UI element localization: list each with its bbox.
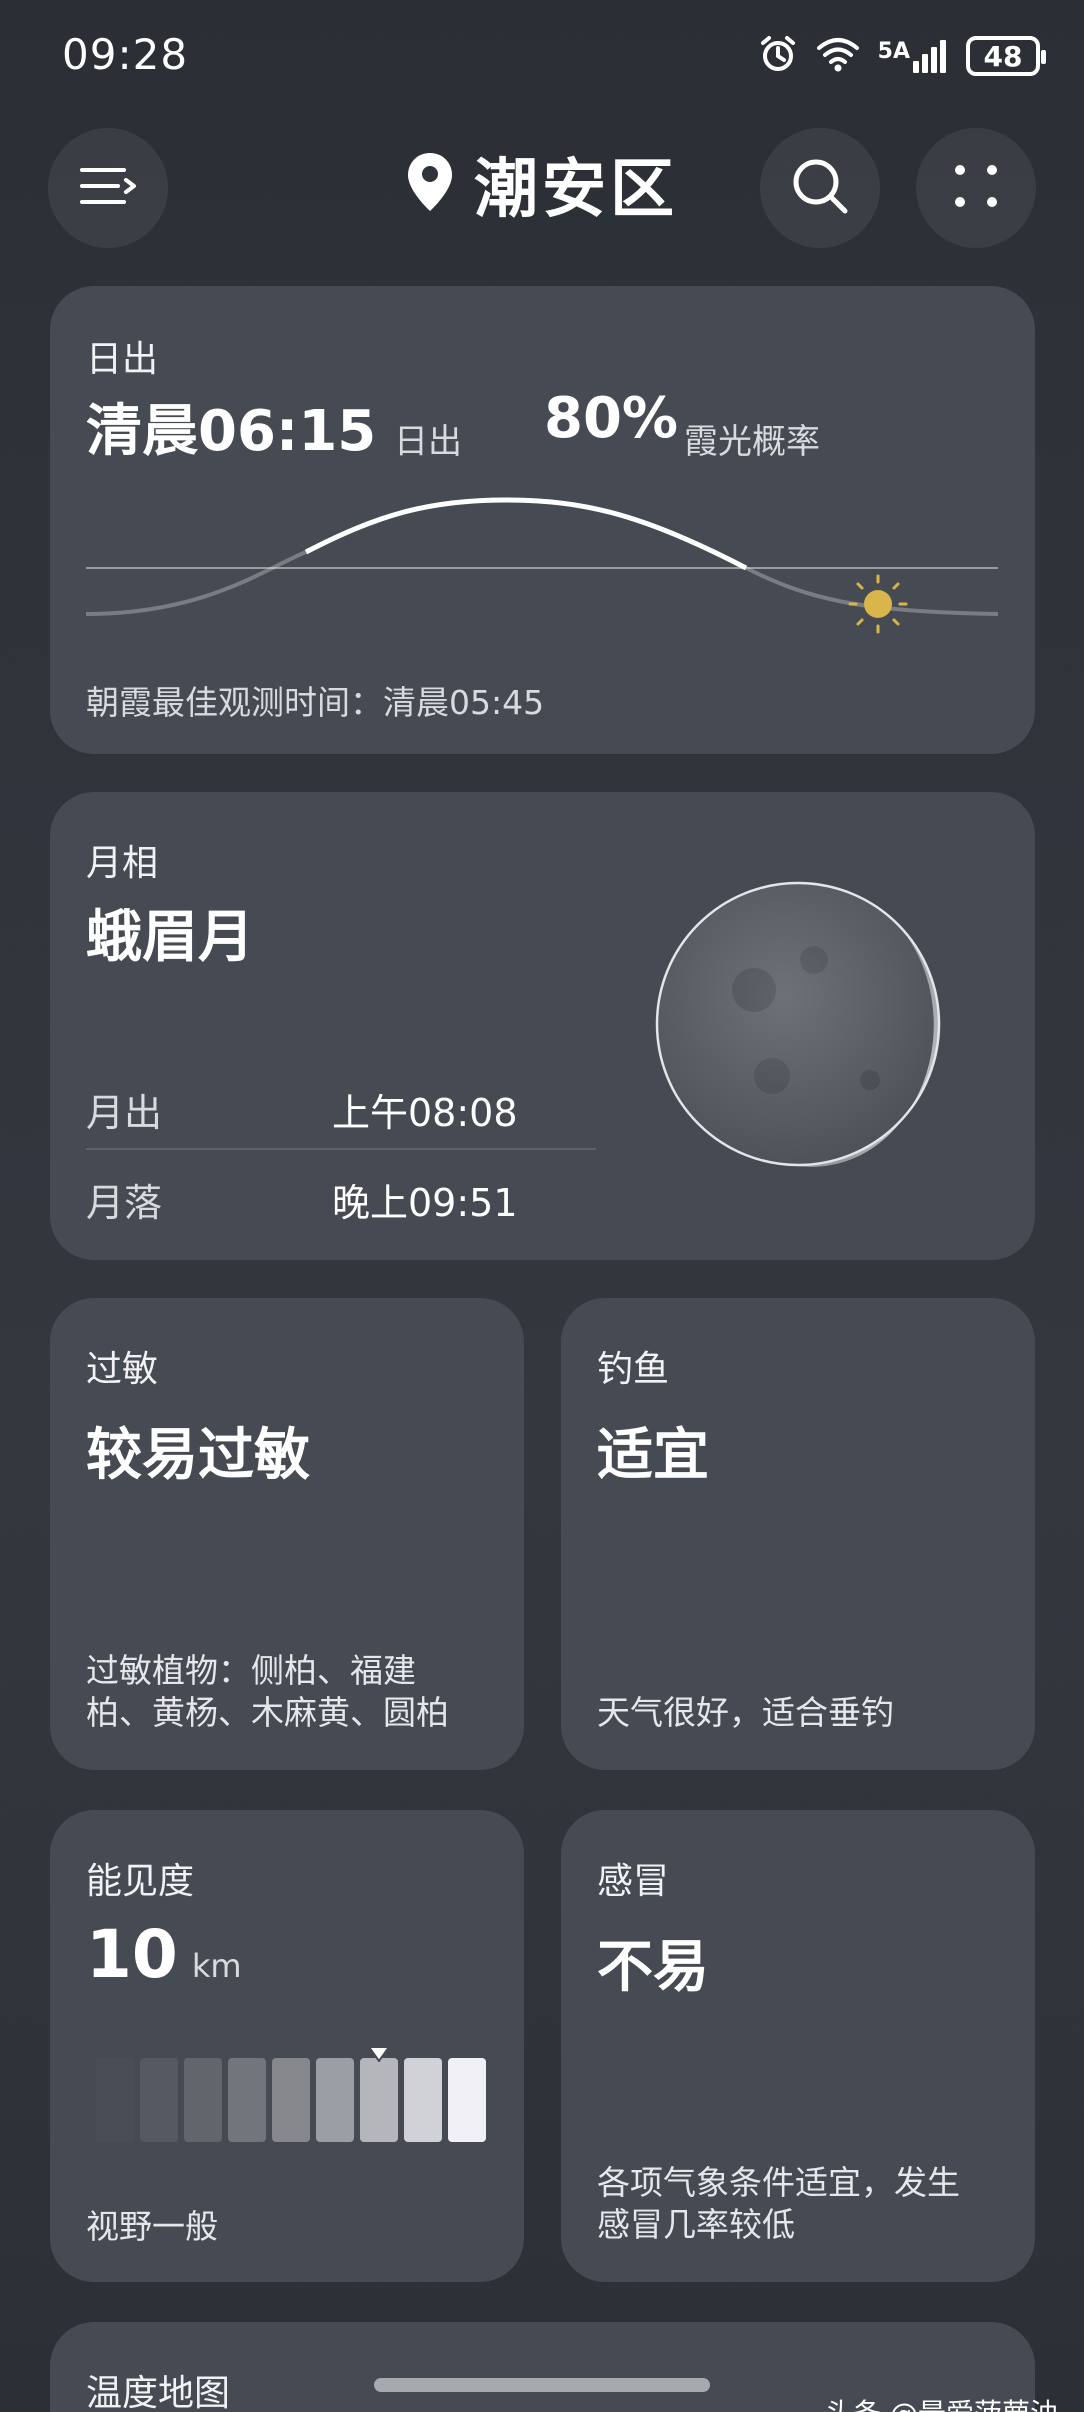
sunrise-time: 清晨06:15 <box>86 399 377 464</box>
city-name: 潮安区 <box>474 153 678 227</box>
moonrise-label: 月出 <box>86 1091 163 1135</box>
fishing-desc: 天气很好，适合垂钓 <box>597 1693 894 1732</box>
sunrise-card[interactable]: 日出 清晨06:15 日出 80% 霞光概率 朝霞最佳观测时间：清晨05:45 <box>50 286 1035 754</box>
location-pin-icon <box>406 151 454 217</box>
battery-icon: 48 <box>966 36 1046 76</box>
alarm-icon <box>758 34 798 78</box>
visibility-scale-segment <box>96 2058 134 2142</box>
moon-image <box>655 881 941 1167</box>
network-type: 5A <box>877 39 910 64</box>
allergy-desc-line1: 过敏植物：侧柏、福建 <box>86 1651 416 1690</box>
cold-label: 感冒 <box>597 1861 670 1902</box>
visibility-scale-segment <box>140 2058 178 2142</box>
temperature-map-label: 温度地图 <box>86 2373 231 2412</box>
best-view-time: 朝霞最佳观测时间：清晨05:45 <box>86 683 545 722</box>
visibility-scale-segment <box>228 2058 266 2142</box>
watermark: 头条 @最爱菠萝油 <box>825 2392 1058 2412</box>
visibility-desc: 视野一般 <box>86 2207 218 2246</box>
visibility-unit: km <box>191 1947 242 1985</box>
search-button[interactable] <box>760 128 880 248</box>
wifi-icon <box>816 36 860 76</box>
visibility-scale-segment <box>448 2058 486 2142</box>
visibility-value: 10 <box>86 1916 178 1993</box>
battery-level: 48 <box>983 39 1023 73</box>
sunrise-time-suffix: 日出 <box>394 422 462 462</box>
moon-card-label: 月相 <box>86 843 159 884</box>
visibility-scale-segment <box>404 2058 442 2142</box>
search-icon <box>790 156 850 220</box>
moonset-time: 晚上09:51 <box>332 1181 518 1225</box>
moon-card[interactable]: 月相 蛾眉月 月出 上午08:08 月落 晚上09:51 <box>50 792 1035 1260</box>
moonset-label: 月落 <box>86 1181 163 1225</box>
status-icons: 5A 48 <box>758 30 1046 82</box>
sunrise-card-label: 日出 <box>86 339 159 380</box>
allergy-card[interactable]: 过敏 较易过敏 过敏植物：侧柏、福建 柏、黄杨、木麻黄、圆柏 <box>50 1298 524 1770</box>
fishing-label: 钓鱼 <box>597 1349 670 1390</box>
cold-desc-line1: 各项气象条件适宜，发生 <box>597 2163 960 2202</box>
fishing-card[interactable]: 钓鱼 适宜 天气很好，适合垂钓 <box>561 1298 1035 1770</box>
sun-path-day <box>304 497 748 571</box>
visibility-label: 能见度 <box>86 1861 195 1902</box>
signal-icon: 5A <box>878 39 948 73</box>
visibility-scale-segment <box>360 2058 398 2142</box>
cold-desc-line2: 感冒几率较低 <box>597 2205 795 2244</box>
more-icon <box>952 162 1000 214</box>
visibility-card[interactable]: 能见度 10 km 视野一般 <box>50 1810 524 2282</box>
moon-phase: 蛾眉月 <box>86 905 254 970</box>
visibility-marker <box>368 2046 390 2062</box>
moonrise-time: 上午08:08 <box>332 1091 518 1135</box>
cold-card[interactable]: 感冒 不易 各项气象条件适宜，发生 感冒几率较低 <box>561 1810 1035 2282</box>
visibility-value-row: 10 km <box>86 1916 242 1993</box>
glow-probability: 80% <box>544 386 679 451</box>
allergy-label: 过敏 <box>86 1349 159 1390</box>
sun-path-night-left <box>86 550 307 616</box>
allergy-desc-line2: 柏、黄杨、木麻黄、圆柏 <box>86 1693 449 1732</box>
home-indicator[interactable] <box>374 2378 710 2392</box>
visibility-scale <box>96 2058 486 2142</box>
status-time: 09:28 <box>62 30 189 79</box>
visibility-scale-segment <box>316 2058 354 2142</box>
cold-value: 不易 <box>597 1935 709 2000</box>
moon-divider <box>86 1148 596 1150</box>
visibility-scale-segment <box>272 2058 310 2142</box>
fishing-value: 适宜 <box>597 1423 709 1488</box>
more-button[interactable] <box>916 128 1036 248</box>
allergy-value: 较易过敏 <box>86 1423 310 1488</box>
sun-path-chart <box>86 497 999 634</box>
visibility-scale-segment <box>184 2058 222 2142</box>
glow-probability-label: 霞光概率 <box>684 422 820 462</box>
